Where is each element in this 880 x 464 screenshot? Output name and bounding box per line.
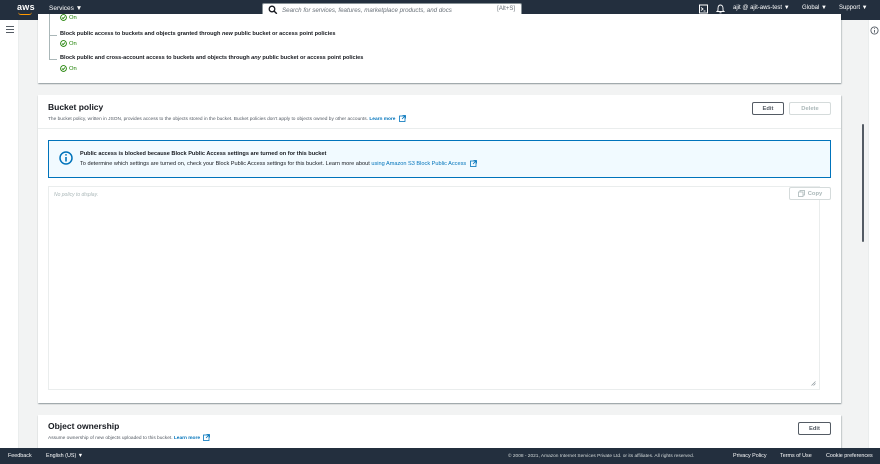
support-menu[interactable]: Support ▼ bbox=[839, 5, 868, 11]
cookie-preferences-link[interactable]: Cookie preferences bbox=[826, 453, 873, 459]
external-link-icon[interactable] bbox=[203, 434, 211, 441]
menu-hamburger-icon[interactable] bbox=[6, 26, 14, 35]
external-link-icon[interactable] bbox=[398, 115, 406, 122]
check-circle-icon bbox=[60, 65, 67, 72]
block-public-access-panel: On Block public access to buckets and ob… bbox=[38, 14, 841, 83]
tree-tick bbox=[49, 35, 57, 36]
page-scrollbar[interactable] bbox=[862, 124, 864, 242]
edit-ownership-button[interactable]: Edit bbox=[798, 422, 831, 435]
bpa-new-policies-label: Block public access to buckets and objec… bbox=[60, 31, 336, 37]
right-rail bbox=[868, 20, 880, 448]
search-shortcut: [Alt+S] bbox=[497, 6, 515, 12]
footer: Feedback English (US) ▼ © 2008 - 2021, A… bbox=[0, 448, 880, 464]
panel-divider bbox=[38, 128, 841, 129]
edit-policy-button[interactable]: Edit bbox=[752, 102, 784, 115]
bucket-policy-title: Bucket policy bbox=[48, 102, 104, 112]
bucket-policy-description: The bucket policy, written in JSON, prov… bbox=[48, 115, 406, 122]
learn-more-link[interactable]: Learn more bbox=[369, 117, 395, 122]
check-circle-icon bbox=[60, 14, 67, 21]
object-ownership-title: Object ownership bbox=[48, 421, 120, 431]
learn-more-link[interactable]: Learn more bbox=[174, 436, 200, 441]
alert-body: To determine which settings are turned o… bbox=[80, 160, 477, 167]
info-panel-icon[interactable] bbox=[870, 26, 879, 35]
terms-of-use-link[interactable]: Terms of Use bbox=[780, 453, 812, 459]
search-placeholder: Search for services, features, marketpla… bbox=[282, 6, 452, 14]
notifications-bell-icon[interactable] bbox=[716, 4, 725, 14]
check-circle-icon bbox=[60, 40, 67, 47]
object-ownership-description: Assume ownership of new objects uploaded… bbox=[48, 434, 211, 441]
info-icon bbox=[59, 151, 73, 165]
copyright-text: © 2008 - 2021, Amazon Internet Services … bbox=[508, 454, 695, 459]
language-selector[interactable]: English (US) ▼ bbox=[46, 453, 83, 459]
public-access-info-alert: Public access is blocked because Block P… bbox=[48, 140, 831, 178]
copy-policy-button[interactable]: Copy bbox=[789, 187, 831, 200]
aws-logo-smile bbox=[18, 12, 32, 15]
account-menu[interactable]: ajit @ ajit-aws-test ▼ bbox=[733, 5, 790, 11]
policy-editor-placeholder: No policy to display. bbox=[54, 192, 99, 198]
policy-editor[interactable]: No policy to display. bbox=[48, 186, 820, 390]
copy-icon bbox=[797, 190, 805, 197]
bpa-any-policies-label: Block public and cross-account access to… bbox=[60, 55, 364, 61]
bpa-status-1: On bbox=[60, 14, 77, 21]
tree-line bbox=[49, 14, 50, 59]
block-public-access-link[interactable]: using Amazon S3 Block Public Access bbox=[371, 161, 466, 167]
delete-policy-button[interactable]: Delete bbox=[789, 102, 831, 115]
bpa-status-2: On bbox=[60, 40, 77, 47]
services-menu[interactable]: Services ▼ bbox=[49, 5, 82, 12]
feedback-link[interactable]: Feedback bbox=[8, 453, 32, 459]
alert-title: Public access is blocked because Block P… bbox=[80, 151, 327, 157]
bpa-status-3: On bbox=[60, 65, 77, 72]
resize-grip-icon[interactable] bbox=[811, 381, 816, 386]
tree-tick bbox=[49, 59, 57, 60]
privacy-policy-link[interactable]: Privacy Policy bbox=[733, 453, 767, 459]
cloudshell-icon[interactable] bbox=[699, 4, 708, 14]
aws-logo[interactable]: aws bbox=[17, 2, 35, 12]
left-rail bbox=[0, 20, 19, 448]
region-menu[interactable]: Global ▼ bbox=[802, 5, 827, 11]
bucket-policy-panel: Bucket policy The bucket policy, written… bbox=[38, 95, 841, 403]
external-link-icon[interactable] bbox=[469, 160, 477, 167]
